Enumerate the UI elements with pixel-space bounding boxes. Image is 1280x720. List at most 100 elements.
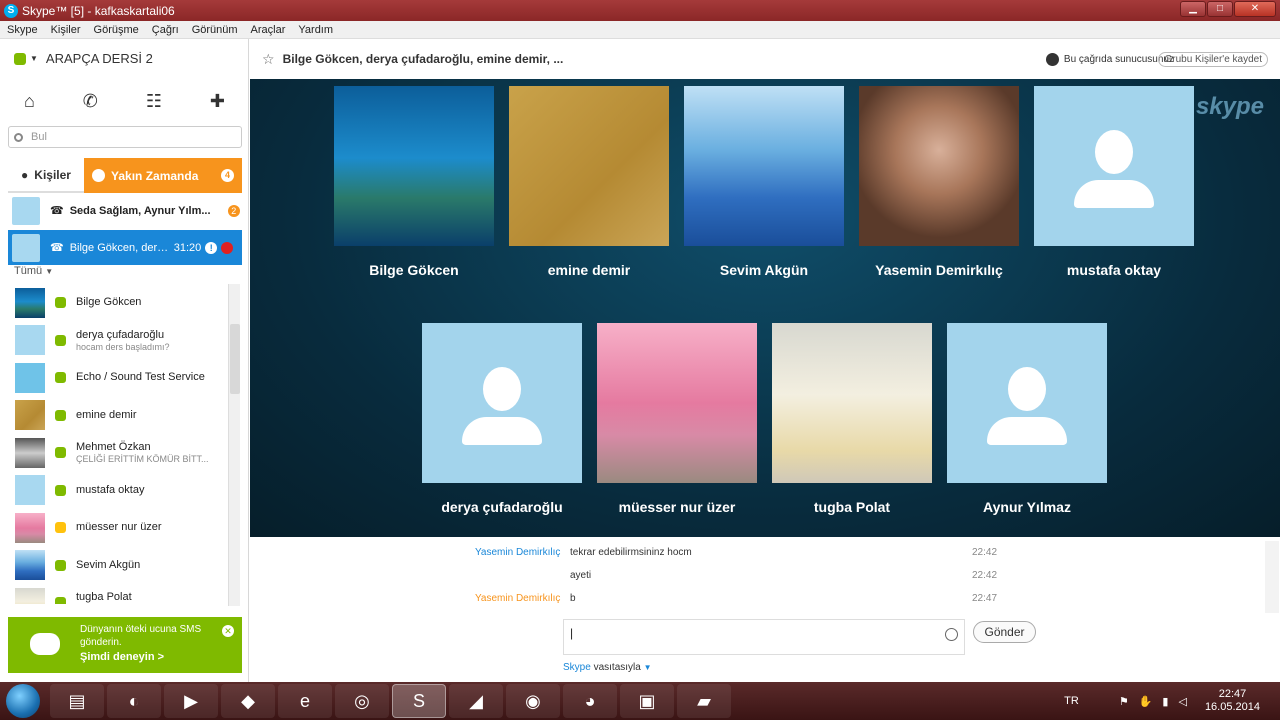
participant-tile[interactable] — [1034, 86, 1194, 246]
active-conversation[interactable]: ☎ Bilge Gökcen, dery... 31:20 ! — [8, 230, 242, 265]
group-avatar — [12, 233, 40, 262]
menu-tools[interactable]: Araçlar — [251, 24, 286, 36]
conversation-name: Seda Sağlam, Aynur Yılm... — [69, 204, 211, 217]
contact-name: Echo / Sound Test Service — [76, 371, 205, 384]
close-icon[interactable]: ✕ — [222, 625, 234, 637]
sms-promo-banner[interactable]: Dünyanın öteki ucuna SMS gönderin. Şimdi… — [8, 617, 242, 673]
system-tray: TR ⚑ ✋ ▮ ◁ 22:47 16.05.2014 — [1064, 682, 1272, 720]
participant-name: tugba Polat — [813, 499, 891, 515]
participant-tile[interactable] — [859, 86, 1019, 246]
call-title: Bilge Gökcen, derya çufadaroğlu, emine d… — [282, 52, 564, 66]
avatar — [15, 325, 45, 356]
home-icon[interactable]: ⌂ — [24, 91, 35, 112]
title-bar: S Skype™ [5] - kafkaskartali06 ▁ □ ✕ — [0, 0, 1280, 21]
chrome-icon[interactable]: ◎ — [335, 684, 389, 718]
chevron-down-icon: ▼ — [30, 54, 38, 63]
close-button[interactable]: ✕ — [1234, 1, 1276, 17]
pdf-icon[interactable]: ▰ — [677, 684, 731, 718]
internet-explorer-icon[interactable]: e — [278, 684, 332, 718]
participant-tile[interactable] — [772, 323, 932, 483]
send-button[interactable]: Gönder — [973, 621, 1036, 643]
contact-name: emine demir — [76, 408, 137, 421]
send-via[interactable]: Skype vasıtasıyla ▼ — [563, 662, 652, 673]
media-icon[interactable]: ◐ — [107, 684, 161, 718]
contact-list-scrollbar[interactable] — [228, 284, 240, 606]
message-sender[interactable]: Yasemin Demirkılıç — [475, 593, 560, 604]
contact-mood: hocam ders başladımı? — [76, 341, 170, 352]
presence-icon — [55, 559, 66, 571]
promo-link[interactable]: Şimdi deneyin > — [80, 651, 242, 664]
contact-name: Bilge Gökcen — [76, 296, 142, 309]
phone-icon[interactable]: ✆ — [83, 91, 98, 112]
maximize-button[interactable]: □ — [1207, 1, 1233, 17]
menu-call[interactable]: Çağrı — [152, 24, 179, 36]
signal-icon[interactable]: ▮ — [1162, 695, 1168, 708]
language-indicator[interactable]: TR — [1064, 695, 1079, 707]
clock[interactable]: 22:47 16.05.2014 — [1205, 688, 1260, 714]
contact-item[interactable]: derya çufadaroğlu hocam ders başladımı? — [8, 322, 230, 360]
contact-item[interactable]: Bilge Gökcen — [8, 284, 230, 322]
contact-name: Mehmet Özkan — [76, 441, 151, 454]
player-icon[interactable]: ▶ — [164, 684, 218, 718]
dvd-icon[interactable]: ◉ — [506, 684, 560, 718]
account-status[interactable]: ▼ ARAPÇA DERSİ 2 — [14, 51, 153, 66]
search-input[interactable]: Bul — [8, 126, 242, 148]
tab-contacts[interactable]: ● Kişiler — [8, 158, 84, 193]
save-group-button[interactable]: Grubu Kişiler'e kaydet — [1158, 51, 1268, 67]
contact-item[interactable]: Sevim Akgün — [8, 547, 230, 585]
add-contact-icon[interactable]: ✚ — [210, 91, 225, 112]
flag-icon[interactable]: ⚑ — [1119, 695, 1129, 708]
contact-item[interactable]: müesser nur üzer — [8, 509, 230, 547]
participant-tile[interactable] — [334, 86, 494, 246]
chat-message: Yasemin Demirkılıç tekrar edebilirmsininz… — [250, 547, 1265, 567]
menu-help[interactable]: Yardım — [298, 24, 333, 36]
minimize-button[interactable]: ▁ — [1180, 1, 1206, 17]
skype-taskbar-icon[interactable]: S — [392, 684, 446, 718]
visual-studio-icon[interactable]: ◆ — [221, 684, 275, 718]
contact-item[interactable]: mustafa oktay — [8, 472, 230, 510]
contact-item[interactable]: Mehmet Özkan ÇELİĞİ ERİTTİM KÖMÜR BİTT... — [8, 434, 230, 472]
recent-count-badge: 4 — [221, 169, 234, 182]
call-duration: 31:20 — [173, 241, 202, 254]
clock-time: 22:47 — [1218, 688, 1247, 700]
menu-conversation[interactable]: Görüşme — [94, 24, 139, 36]
ccleaner-icon[interactable]: ◢ — [449, 684, 503, 718]
contact-filter[interactable]: Tümü ▼ — [14, 265, 53, 277]
scroll-thumb[interactable] — [230, 324, 240, 394]
contact-item[interactable]: Echo / Sound Test Service — [8, 359, 230, 397]
person-icon: ● — [21, 167, 29, 182]
presence-icon — [55, 334, 66, 346]
message-text: ayeti — [570, 570, 592, 581]
participant-tile[interactable] — [684, 86, 844, 246]
contact-mood: ÇELİĞİ ERİTTİM KÖMÜR BİTT... — [76, 454, 209, 465]
contact-item[interactable]: tugba PolatOMÜ — [8, 584, 230, 604]
favorite-star-icon[interactable]: ☆ — [262, 51, 275, 68]
group-icon[interactable]: ☷ — [146, 91, 162, 112]
menu-contacts[interactable]: Kişiler — [51, 24, 81, 36]
chat-scrollbar[interactable] — [1265, 541, 1279, 613]
recent-conversation[interactable]: ☎ Seda Sağlam, Aynur Yılm... 2 — [8, 193, 242, 228]
message-text: tekrar edebilirmsininz hocm — [570, 547, 692, 558]
hand-icon[interactable]: ✋ — [1139, 695, 1153, 708]
participant-tile[interactable] — [947, 323, 1107, 483]
menu-view[interactable]: Görünüm — [192, 24, 238, 36]
explorer-icon[interactable]: ▤ — [50, 684, 104, 718]
avatar — [15, 550, 45, 581]
participant-tile[interactable] — [422, 323, 582, 483]
participant-tile[interactable] — [509, 86, 669, 246]
participant-tile[interactable] — [597, 323, 757, 483]
message-sender[interactable]: Yasemin Demirkılıç — [475, 547, 560, 558]
participant-name: Bilge Gökcen — [369, 262, 459, 278]
menu-skype[interactable]: Skype — [7, 24, 38, 36]
firefox-icon[interactable]: ◕ — [563, 684, 617, 718]
volume-icon[interactable]: ◁ — [1178, 695, 1186, 708]
tab-recent[interactable]: Yakın Zamanda 4 — [84, 158, 242, 193]
presenter-status: Bu çağrıda sunucusunuz — [1045, 52, 1174, 66]
contact-item[interactable]: emine demir — [8, 397, 230, 435]
emoticon-icon[interactable] — [945, 628, 958, 641]
hangup-icon[interactable] — [221, 241, 234, 254]
tool-icon[interactable]: ▣ — [620, 684, 674, 718]
start-button[interactable] — [6, 684, 40, 718]
call-stage: skype Bilge Gökcen emine demir Sevim Akgün… — [250, 79, 1280, 537]
message-input[interactable]: | — [563, 619, 965, 655]
